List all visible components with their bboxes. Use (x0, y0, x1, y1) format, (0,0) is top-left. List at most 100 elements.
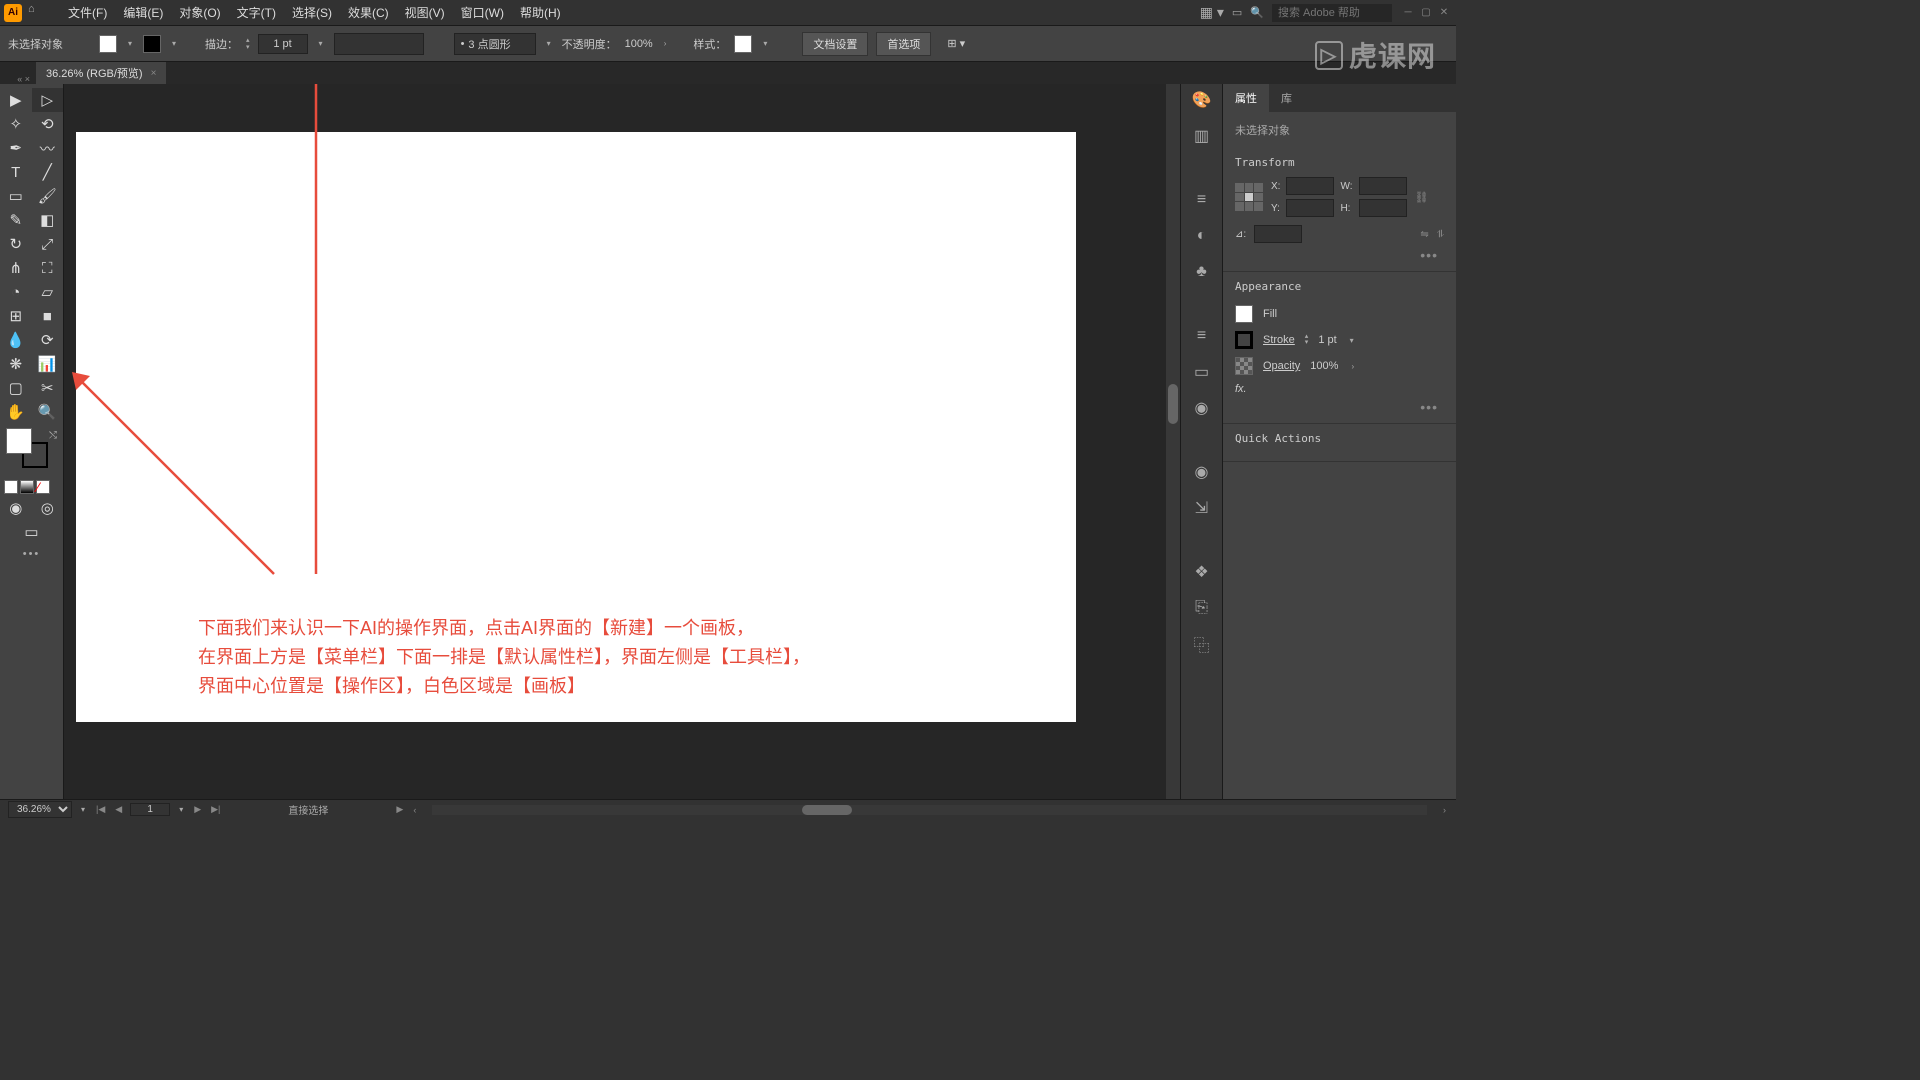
layers-panel-icon[interactable]: ≡ (1190, 324, 1214, 348)
draw-behind[interactable]: ◎ (32, 496, 64, 520)
edit-toolbar[interactable]: ••• (0, 544, 63, 564)
fill-stroke-control[interactable]: ⤭ (4, 428, 59, 474)
actions-panel-icon[interactable]: ⿻ (1190, 632, 1214, 656)
opacity-value-panel[interactable]: 100% (1310, 360, 1338, 372)
status-play-icon[interactable]: ▶ (394, 804, 405, 815)
fill-dropdown[interactable]: ▾ (125, 39, 135, 48)
fx-button[interactable]: fx. (1235, 383, 1247, 395)
asset-export-icon[interactable]: ⇲ (1190, 496, 1214, 520)
libraries-tab[interactable]: 库 (1269, 84, 1304, 112)
maximize-button[interactable]: ▢ (1418, 6, 1434, 20)
stroke-profile-dropdown[interactable] (334, 33, 424, 55)
home-icon[interactable]: ⌂ (28, 3, 48, 23)
shape-builder-tool[interactable]: ◔ (0, 280, 32, 304)
screen-mode-icon[interactable]: ▭ (1232, 6, 1242, 19)
direct-selection-tool[interactable]: ▷ (32, 88, 64, 112)
menu-view[interactable]: 视图(V) (397, 0, 453, 25)
stroke-value-dropdown[interactable]: ▾ (1347, 336, 1357, 345)
artboard-number-input[interactable] (130, 803, 170, 816)
symbol-sprayer-tool[interactable]: ❋ (0, 352, 32, 376)
appearance-more-icon[interactable]: ••• (1235, 399, 1444, 415)
gradient-panel-icon[interactable]: ◐ (1190, 224, 1214, 248)
hand-tool[interactable]: ✋ (0, 400, 32, 424)
menu-effect[interactable]: 效果(C) (340, 0, 397, 25)
links-panel-icon[interactable]: ⎘ (1190, 596, 1214, 620)
draw-normal[interactable]: ◉ (0, 496, 32, 520)
y-input[interactable] (1286, 199, 1334, 217)
x-input[interactable] (1286, 177, 1334, 195)
pen-tool[interactable]: ✒ (0, 136, 32, 160)
reference-point[interactable] (1235, 183, 1263, 211)
opacity-value[interactable]: 100% (625, 38, 653, 50)
scrollbar-horizontal[interactable] (432, 805, 1427, 815)
magic-wand-tool[interactable]: ✧ (0, 112, 32, 136)
scale-tool[interactable]: ⤢ (32, 232, 64, 256)
menu-type[interactable]: 文字(T) (229, 0, 284, 25)
line-tool[interactable]: ╱ (32, 160, 64, 184)
stroke-weight-input[interactable] (258, 34, 308, 54)
menu-window[interactable]: 窗口(W) (453, 0, 512, 25)
document-tab[interactable]: 36.26% (RGB/预览) × (36, 62, 166, 84)
appearance-fill-swatch[interactable] (1235, 305, 1253, 323)
slice-tool[interactable]: ✂ (32, 376, 64, 400)
scrollbar-vertical[interactable] (1166, 84, 1180, 799)
angle-input[interactable] (1254, 225, 1302, 243)
next-artboard-button[interactable]: ▶ (192, 804, 203, 815)
search-input[interactable] (1272, 4, 1392, 22)
stroke-swatch[interactable] (143, 35, 161, 53)
artboards-panel-icon[interactable]: ▭ (1190, 360, 1214, 384)
curvature-tool[interactable]: 〰 (32, 136, 64, 160)
menu-help[interactable]: 帮助(H) (512, 0, 569, 25)
shaper-tool[interactable]: ✎ (0, 208, 32, 232)
rectangle-tool[interactable]: ▭ (0, 184, 32, 208)
libraries-panel-icon[interactable]: ❖ (1190, 560, 1214, 584)
opacity-dropdown-panel[interactable]: › (1348, 362, 1357, 371)
fill-swatch[interactable] (99, 35, 117, 53)
mesh-tool[interactable]: ⊞ (0, 304, 32, 328)
lasso-tool[interactable]: ⟲ (32, 112, 64, 136)
menu-select[interactable]: 选择(S) (284, 0, 340, 25)
color-panel-icon[interactable]: 🎨 (1190, 88, 1214, 112)
first-artboard-button[interactable]: |◀ (94, 804, 107, 815)
gradient-mode[interactable] (20, 480, 34, 494)
flip-h-icon[interactable]: ⇋ (1420, 229, 1428, 240)
h-input[interactable] (1359, 199, 1407, 217)
transparency-panel-icon[interactable]: ◉ (1190, 396, 1214, 420)
screen-mode-tool[interactable]: ▭ (0, 520, 63, 544)
type-tool[interactable]: T (0, 160, 32, 184)
eraser-tool[interactable]: ◧ (32, 208, 64, 232)
appearance-stroke-swatch[interactable] (1235, 331, 1253, 349)
w-input[interactable] (1359, 177, 1407, 195)
symbols-panel-icon[interactable]: ♣ (1190, 260, 1214, 284)
style-swatch[interactable] (734, 35, 752, 53)
perspective-tool[interactable]: ▱ (32, 280, 64, 304)
menu-edit[interactable]: 编辑(E) (115, 0, 171, 25)
constrain-icon[interactable]: ⛓ (1415, 191, 1429, 204)
artboard-tool[interactable]: ▢ (0, 376, 32, 400)
swatches-panel-icon[interactable]: ▥ (1190, 124, 1214, 148)
close-button[interactable]: ✕ (1436, 6, 1452, 20)
minimize-button[interactable]: ─ (1400, 6, 1416, 20)
zoom-level-select[interactable]: 36.26% (8, 801, 72, 818)
stroke-value-panel[interactable]: 1 pt (1318, 334, 1336, 346)
width-tool[interactable]: ⋔ (0, 256, 32, 280)
menu-object[interactable]: 对象(O) (171, 0, 228, 25)
free-transform-tool[interactable]: ⛶ (32, 256, 64, 280)
style-dropdown[interactable]: ▾ (760, 39, 770, 48)
blend-tool[interactable]: ⟳ (32, 328, 64, 352)
none-mode[interactable]: ⁄ (36, 480, 50, 494)
appearance-opacity-swatch[interactable] (1235, 357, 1253, 375)
document-tab-close[interactable]: × (151, 68, 157, 79)
appearance-panel-icon[interactable]: ◉ (1190, 460, 1214, 484)
stroke-weight-dropdown[interactable]: ▾ (316, 39, 326, 48)
rotate-tool[interactable]: ↻ (0, 232, 32, 256)
stroke-panel-icon[interactable]: ≡ (1190, 188, 1214, 212)
stroke-dropdown[interactable]: ▾ (169, 39, 179, 48)
properties-tab[interactable]: 属性 (1223, 84, 1269, 112)
color-mode[interactable] (4, 480, 18, 494)
gradient-tool[interactable]: ■ (32, 304, 64, 328)
canvas-area[interactable]: 下面我们来认识一下AI的操作界面，点击AI界面的【新建】一个画板， 在界面上方是… (64, 84, 1180, 799)
preferences-button[interactable]: 首选项 (876, 32, 931, 56)
opacity-dropdown[interactable]: › (661, 39, 670, 48)
doc-setup-button[interactable]: 文档设置 (802, 32, 868, 56)
